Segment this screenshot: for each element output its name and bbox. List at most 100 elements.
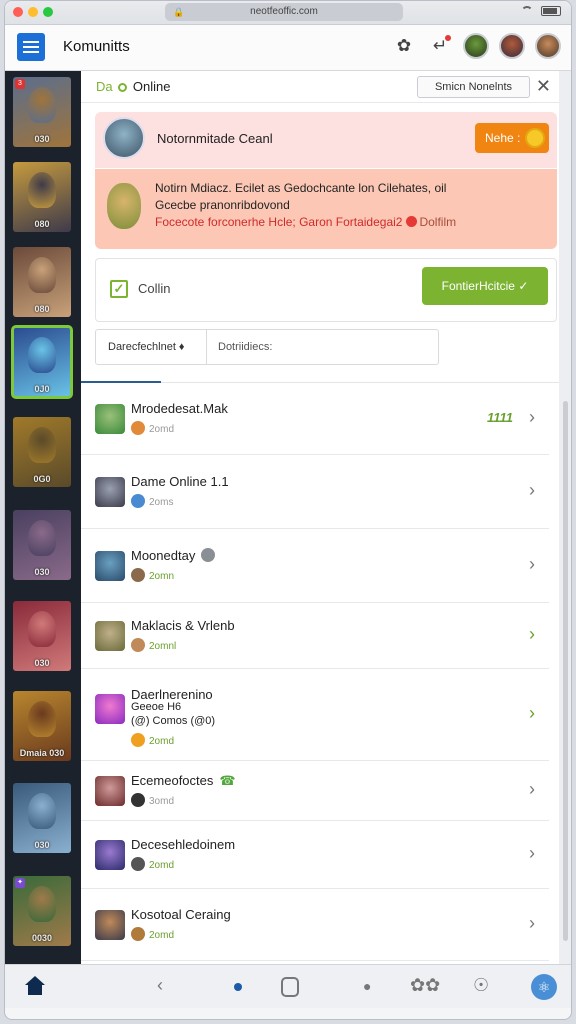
tile-level: 0J0 xyxy=(34,384,50,394)
avatar[interactable] xyxy=(463,33,489,59)
list-item[interactable]: Dame Online 1.1 2oms › xyxy=(81,455,549,529)
record-icon xyxy=(406,216,418,227)
group-icon[interactable]: ✿✿ xyxy=(410,975,440,996)
character-portrait xyxy=(28,337,56,373)
list-item-title: Moonedtay xyxy=(131,548,216,563)
chevron-right-icon[interactable]: › xyxy=(529,624,535,645)
game-thumbnail xyxy=(95,477,125,507)
character-portrait xyxy=(28,701,56,737)
url-bar[interactable]: 🔒 neotfeoffic.com xyxy=(165,3,403,21)
list-item-title-text: Ecemeofoctes xyxy=(131,773,214,788)
list-item-title: Decesehledoinem xyxy=(131,837,235,852)
chevron-right-icon[interactable]: › xyxy=(529,779,535,800)
game-tile[interactable]: 080 xyxy=(13,162,71,232)
game-thumbnail xyxy=(95,840,125,870)
filter-input[interactable]: Dotriidiecs: xyxy=(218,341,272,353)
list-item[interactable]: Daerlnerenino Geeoe H6 (@) Comos (@0) 2omd › xyxy=(81,669,549,761)
filter-dropdown[interactable]: Darecfechlnet ♦ xyxy=(108,341,185,353)
chevron-right-icon[interactable]: › xyxy=(529,913,535,934)
header-actions: ✿ ↵ xyxy=(391,33,561,59)
user-icon xyxy=(131,494,145,508)
game-tile[interactable]: 030 xyxy=(13,510,71,580)
list-item[interactable]: Kosotoal Ceraing 2omd › xyxy=(81,889,549,961)
chevron-right-icon[interactable]: › xyxy=(529,703,535,724)
tabs-icon[interactable] xyxy=(281,977,299,997)
game-tile[interactable]: 080 xyxy=(13,247,71,317)
coin-icon xyxy=(525,128,545,148)
menu-button[interactable] xyxy=(17,33,45,61)
avatar[interactable] xyxy=(499,33,525,59)
assistant-icon[interactable]: ⚛ xyxy=(531,974,557,1000)
list-item-meta: 2omn xyxy=(131,568,174,582)
chevron-right-icon[interactable]: › xyxy=(529,843,535,864)
list-item[interactable]: Ecemeofoctes ☎ 3omd › xyxy=(81,761,549,821)
list-item-meta: 2omd xyxy=(131,421,174,435)
game-thumbnail xyxy=(95,910,125,940)
close-icon[interactable]: ✕ xyxy=(536,76,551,96)
lock-icon: 🔒 xyxy=(173,7,185,17)
alert-message-link[interactable]: Focecote forconerhe Hcle; Garon Fortaide… xyxy=(155,215,456,229)
game-thumbnail xyxy=(95,404,125,434)
list-item[interactable]: Maklacis & Vrlenb 2omnl › xyxy=(81,603,549,669)
game-thumbnail xyxy=(95,694,125,724)
list-item[interactable]: Mrodedesat.Mak 2omd 1111 › xyxy=(81,383,549,455)
game-tile[interactable]: 030 xyxy=(13,783,71,853)
checkbox-label: Collin xyxy=(138,281,171,296)
close-window-button[interactable] xyxy=(13,7,23,17)
alert-banner: Notornmitade Ceanl Nehe : xyxy=(95,112,557,168)
list-item-title-text: Daerlnerenino xyxy=(131,687,213,702)
settings-icon[interactable]: ✿ xyxy=(391,33,417,59)
character-portrait xyxy=(28,257,56,293)
tile-level: 0G0 xyxy=(33,474,51,484)
list-item-subtitle: (@) Comos (@0) xyxy=(131,715,216,727)
os-status xyxy=(521,6,561,16)
list-item-meta-text: 2oms xyxy=(149,497,174,508)
minimize-window-button[interactable] xyxy=(28,7,38,17)
list-item[interactable]: Moonedtay 2omn › xyxy=(81,529,549,603)
notification-icon[interactable]: ↵ xyxy=(427,33,453,59)
game-tile[interactable]: 0G0 xyxy=(13,417,71,487)
game-tile[interactable]: 0J0 xyxy=(11,325,73,399)
online-text: Online xyxy=(132,79,171,94)
scrollbar-thumb[interactable] xyxy=(563,401,568,941)
game-tile[interactable]: ✦ 0030 xyxy=(13,876,71,946)
alert-action-button[interactable]: Nehe : xyxy=(475,123,549,153)
character-portrait xyxy=(28,172,56,208)
avatar[interactable] xyxy=(535,33,561,59)
url-text: neotfeoffic.com xyxy=(250,6,318,17)
chevron-right-icon[interactable]: › xyxy=(529,480,535,501)
nav-dot-icon[interactable] xyxy=(234,983,242,991)
user-icon xyxy=(131,421,145,435)
list-item-title: Ecemeofoctes ☎ xyxy=(131,773,236,789)
checkbox[interactable]: ✓ xyxy=(110,280,128,298)
scrollbar[interactable] xyxy=(559,71,571,964)
character-portrait xyxy=(28,427,56,463)
confirm-button[interactable]: FontierHcitcie ✓ xyxy=(422,267,548,305)
moon-icon[interactable]: ● xyxy=(363,978,371,994)
tile-level: 080 xyxy=(34,219,50,229)
list-item[interactable]: Decesehledoinem 2omd › xyxy=(81,821,549,889)
alert-link-suffix: Dolfilm xyxy=(419,215,457,229)
game-tile[interactable]: 3 030 xyxy=(13,77,71,147)
tile-badge: ✦ xyxy=(15,878,25,888)
back-icon[interactable]: ‹ xyxy=(157,975,163,996)
battery-icon xyxy=(541,6,561,16)
list-item-title: Daerlnerenino xyxy=(131,687,213,702)
maximize-window-button[interactable] xyxy=(43,7,53,17)
list-item-meta: 2oms xyxy=(131,494,173,508)
alert-title: Notornmitade Ceanl xyxy=(157,131,273,146)
home-icon[interactable] xyxy=(25,976,45,995)
chevron-right-icon[interactable]: › xyxy=(529,407,535,428)
user-icon xyxy=(131,733,145,747)
game-tile[interactable]: Dmaia 030 xyxy=(13,691,71,761)
tile-level: 030 xyxy=(34,840,50,850)
chevron-right-icon[interactable]: › xyxy=(529,554,535,575)
list-item-score: 1111 xyxy=(486,410,513,425)
game-thumbnail xyxy=(95,621,125,651)
list-item-meta: 2omd xyxy=(131,857,174,871)
tile-level: 030 xyxy=(34,134,50,144)
chat-icon[interactable]: ☉ xyxy=(473,975,489,996)
game-tile[interactable]: 030 xyxy=(13,601,71,671)
list-item-title-text: Maklacis & Vrlenb xyxy=(131,618,235,633)
sort-button[interactable]: Smicn Nonelnts xyxy=(417,76,530,98)
